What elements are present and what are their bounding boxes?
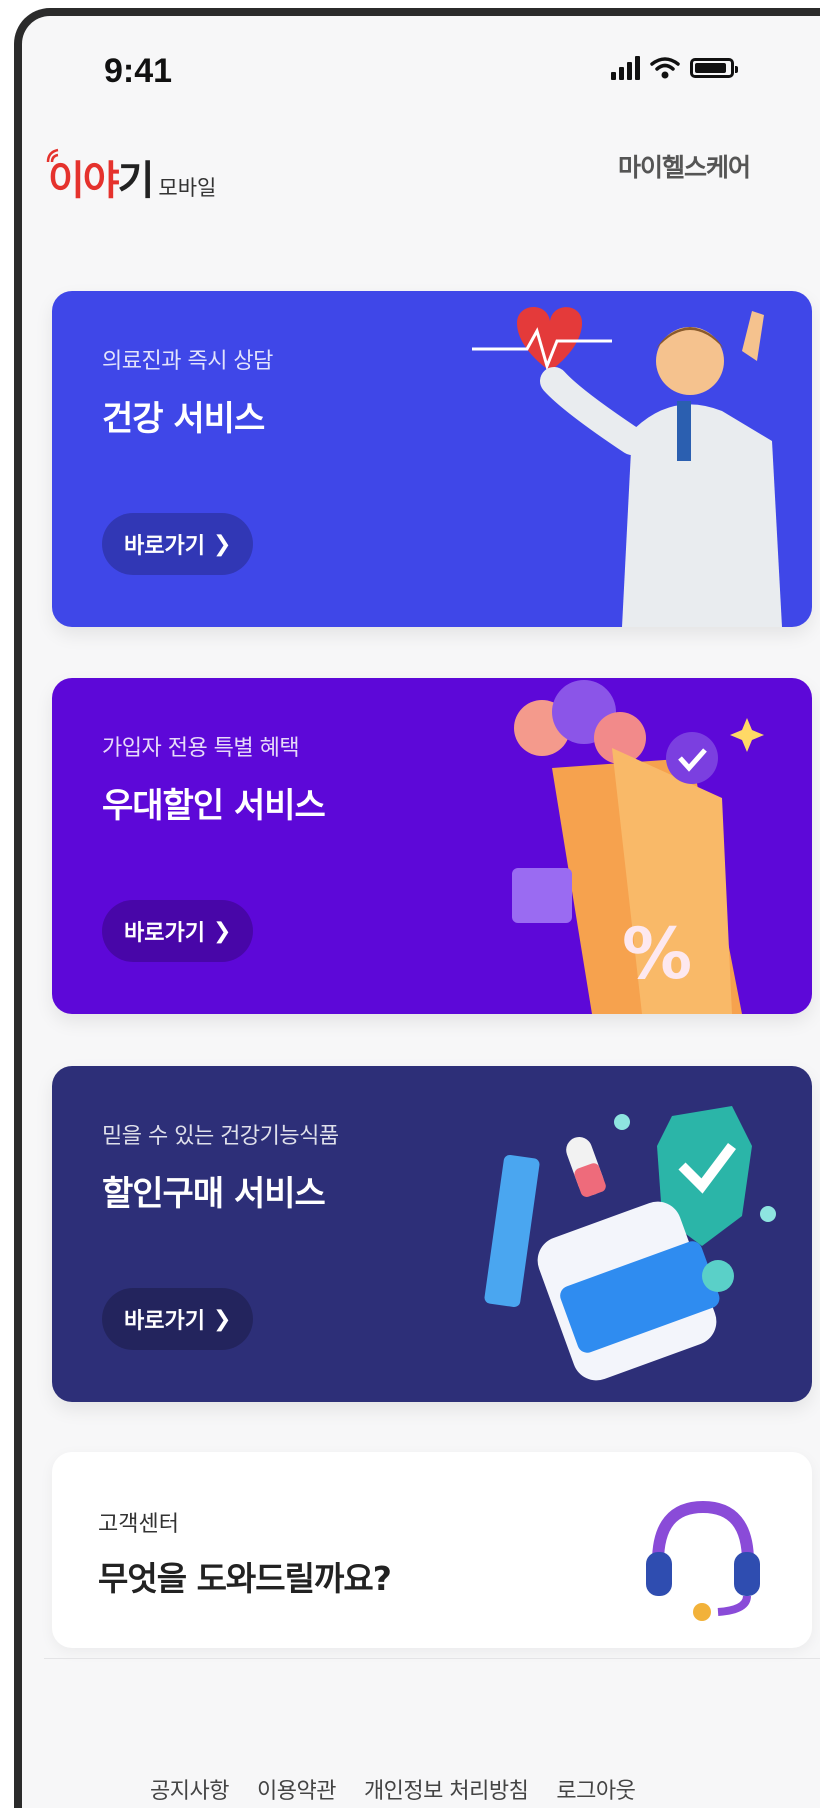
chevron-right-icon: ❯ <box>212 918 232 944</box>
card-subtitle: 가입자 전용 특별 혜택 <box>102 736 300 761</box>
supplement-illustration <box>484 1106 776 1381</box>
status-icons <box>611 56 738 80</box>
card-title: 우대할인 서비스 <box>102 786 326 826</box>
shortcut-button[interactable]: 바로가기 ❯ <box>102 900 254 962</box>
status-time: 9:41 <box>104 52 173 90</box>
card-title: 건강 서비스 <box>102 399 265 439</box>
discount-illustration: % <box>512 680 764 1014</box>
health-service-card[interactable]: 의료진과 즉시 상담 건강 서비스 바로가기 ❯ <box>52 291 812 627</box>
customer-center-card[interactable]: 고객센터 무엇을 도와드릴까요? <box>52 1452 812 1648</box>
card-subtitle: 의료진과 즉시 상담 <box>102 349 273 374</box>
notice-link[interactable]: 공지사항 <box>150 1773 229 1805</box>
privacy-policy-link[interactable]: 개인정보 처리방침 <box>364 1773 529 1805</box>
footer-links: 공지사항 이용약관 개인정보 처리방침 로그아웃 <box>150 1773 636 1805</box>
battery-icon <box>690 58 738 78</box>
svg-text:%: % <box>622 913 692 995</box>
shortcut-button[interactable]: 바로가기 ❯ <box>102 513 254 575</box>
logo-wave-icon <box>46 148 59 163</box>
discount-service-card[interactable]: 가입자 전용 특별 혜택 우대할인 서비스 바로가기 ❯ % <box>52 678 812 1014</box>
shortcut-button[interactable]: 바로가기 ❯ <box>102 1288 254 1350</box>
chevron-right-icon: ❯ <box>212 531 232 557</box>
support-title: 무엇을 도와드릴까요? <box>98 1559 392 1598</box>
shortcut-label: 바로가기 <box>124 1309 205 1334</box>
shortcut-label: 바로가기 <box>124 921 205 946</box>
shortcut-label: 바로가기 <box>124 534 205 559</box>
terms-link[interactable]: 이용약관 <box>257 1773 336 1805</box>
card-title: 할인구매 서비스 <box>102 1174 326 1214</box>
wifi-icon <box>650 57 680 79</box>
support-subtitle: 고객센터 <box>98 1512 179 1537</box>
logout-link[interactable]: 로그아웃 <box>556 1773 635 1805</box>
app-logo[interactable]: 이야기 모바일 <box>46 148 217 206</box>
footer: 공지사항 이용약관 개인정보 처리방침 로그아웃 <box>44 1658 820 1804</box>
headset-icon <box>646 1500 760 1621</box>
logo-subtext: 모바일 <box>158 176 217 200</box>
my-healthcare-link[interactable]: 마이헬스케어 <box>618 148 751 184</box>
card-subtitle: 믿을 수 있는 건강기능식품 <box>102 1124 339 1149</box>
signal-icon <box>611 56 640 80</box>
supplement-service-card[interactable]: 믿을 수 있는 건강기능식품 할인구매 서비스 바로가기 ❯ <box>52 1066 812 1402</box>
doctor-illustration <box>472 306 782 627</box>
chevron-right-icon: ❯ <box>212 1306 232 1332</box>
